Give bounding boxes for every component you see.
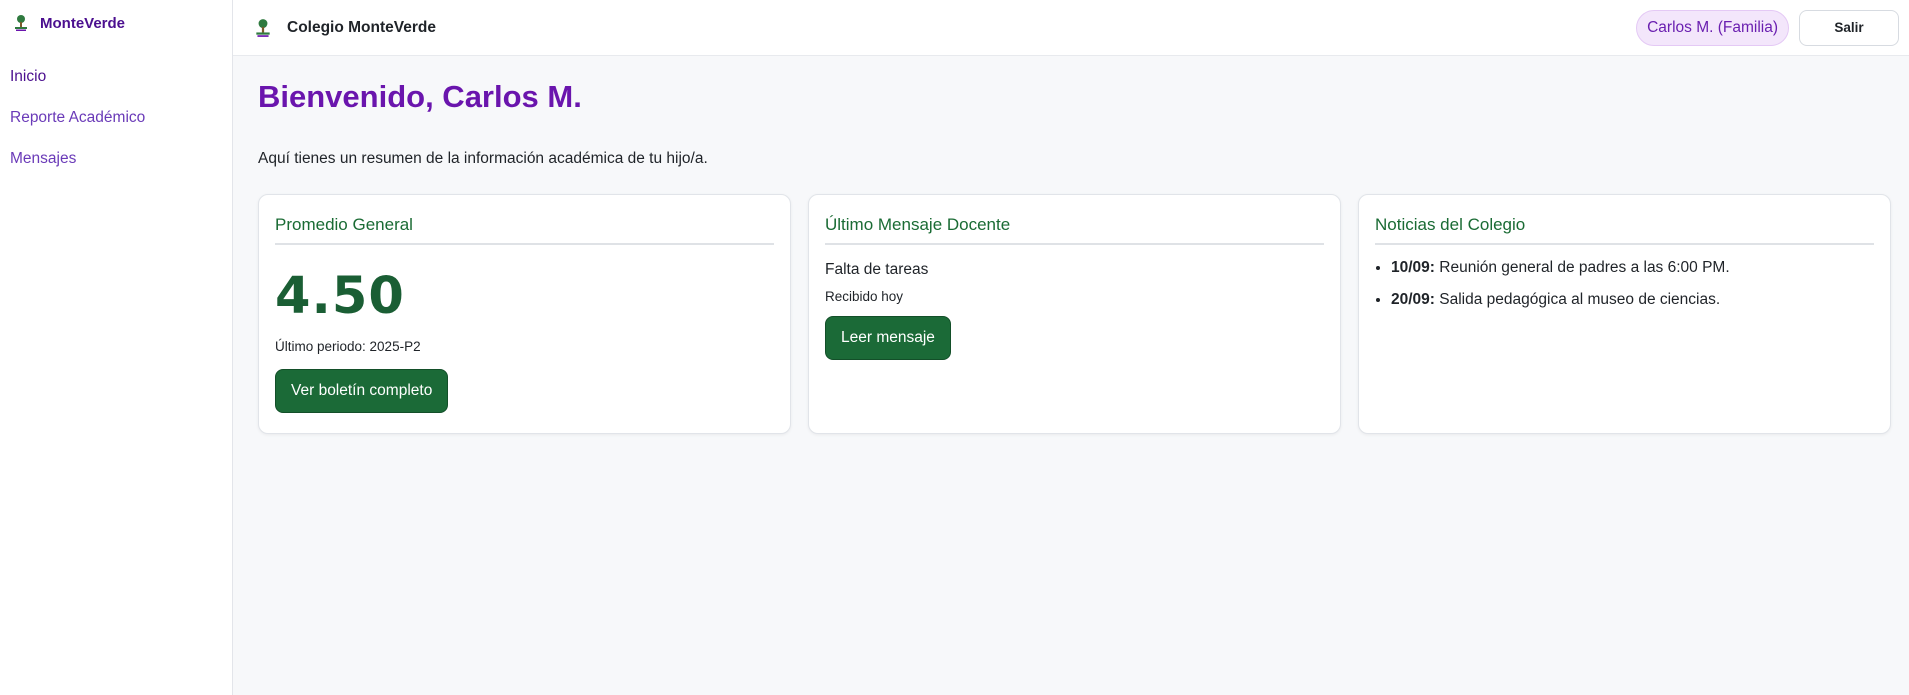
- news-text: Salida pedagógica al museo de ciencias.: [1439, 291, 1721, 308]
- news-date: 10/09:: [1391, 259, 1435, 276]
- message-subject: Falta de tareas: [825, 261, 929, 278]
- sidebar-item-reporte-academico[interactable]: Reporte Académico: [0, 97, 232, 138]
- school-title: Colegio MonteVerde: [287, 18, 436, 36]
- read-message-button[interactable]: Leer mensaje: [825, 316, 951, 360]
- dashboard-content: Bienvenido, Carlos M. Aquí tienes un res…: [233, 56, 1909, 434]
- view-report-button[interactable]: Ver boletín completo: [275, 369, 449, 413]
- school-crest-icon: [256, 18, 270, 37]
- sidebar-item-mensajes[interactable]: Mensajes: [0, 138, 232, 179]
- news-text: Reunión general de padres a las 6:00 PM.: [1439, 259, 1730, 276]
- main-area: Colegio MonteVerde Carlos M. (Familia) S…: [233, 0, 1909, 695]
- average-card-title: Promedio General: [275, 215, 774, 245]
- page-title: Bienvenido, Carlos M.: [258, 79, 582, 114]
- average-period: Último periodo: 2025-P2: [275, 339, 421, 354]
- school-crest-icon: [15, 15, 27, 31]
- message-card-title: Último Mensaje Docente: [825, 215, 1324, 245]
- news-item: 20/09: Salida pedagógica al museo de cie…: [1391, 291, 1874, 309]
- user-badge[interactable]: Carlos M. (Familia): [1636, 9, 1789, 46]
- news-card: Noticias del Colegio 10/09: Reunión gene…: [1358, 194, 1891, 434]
- message-received: Recibido hoy: [825, 289, 904, 304]
- sidebar: MonteVerde Inicio Reporte Académico Mens…: [0, 0, 233, 695]
- sidebar-brand[interactable]: MonteVerde: [0, 0, 232, 46]
- message-card: Último Mensaje Docente Falta de tareas R…: [808, 194, 1341, 434]
- brand-name: MonteVerde: [40, 14, 126, 32]
- news-date: 20/09:: [1391, 291, 1435, 308]
- intro-text: Aquí tienes un resumen de la información…: [258, 150, 708, 167]
- summary-cards: Promedio General 4.50 Último periodo: 20…: [258, 194, 1891, 434]
- app-root: MonteVerde Inicio Reporte Académico Mens…: [0, 0, 1909, 695]
- sidebar-item-inicio[interactable]: Inicio: [0, 56, 232, 97]
- news-item: 10/09: Reunión general de padres a las 6…: [1391, 259, 1874, 277]
- logout-button[interactable]: Salir: [1799, 9, 1899, 46]
- average-card: Promedio General 4.50 Último periodo: 20…: [258, 194, 791, 434]
- sidebar-nav: Inicio Reporte Académico Mensajes: [0, 56, 232, 179]
- news-list: 10/09: Reunión general de padres a las 6…: [1375, 259, 1874, 309]
- topbar: Colegio MonteVerde Carlos M. (Familia) S…: [233, 0, 1909, 56]
- average-value: 4.50: [275, 267, 405, 326]
- news-card-title: Noticias del Colegio: [1375, 215, 1874, 245]
